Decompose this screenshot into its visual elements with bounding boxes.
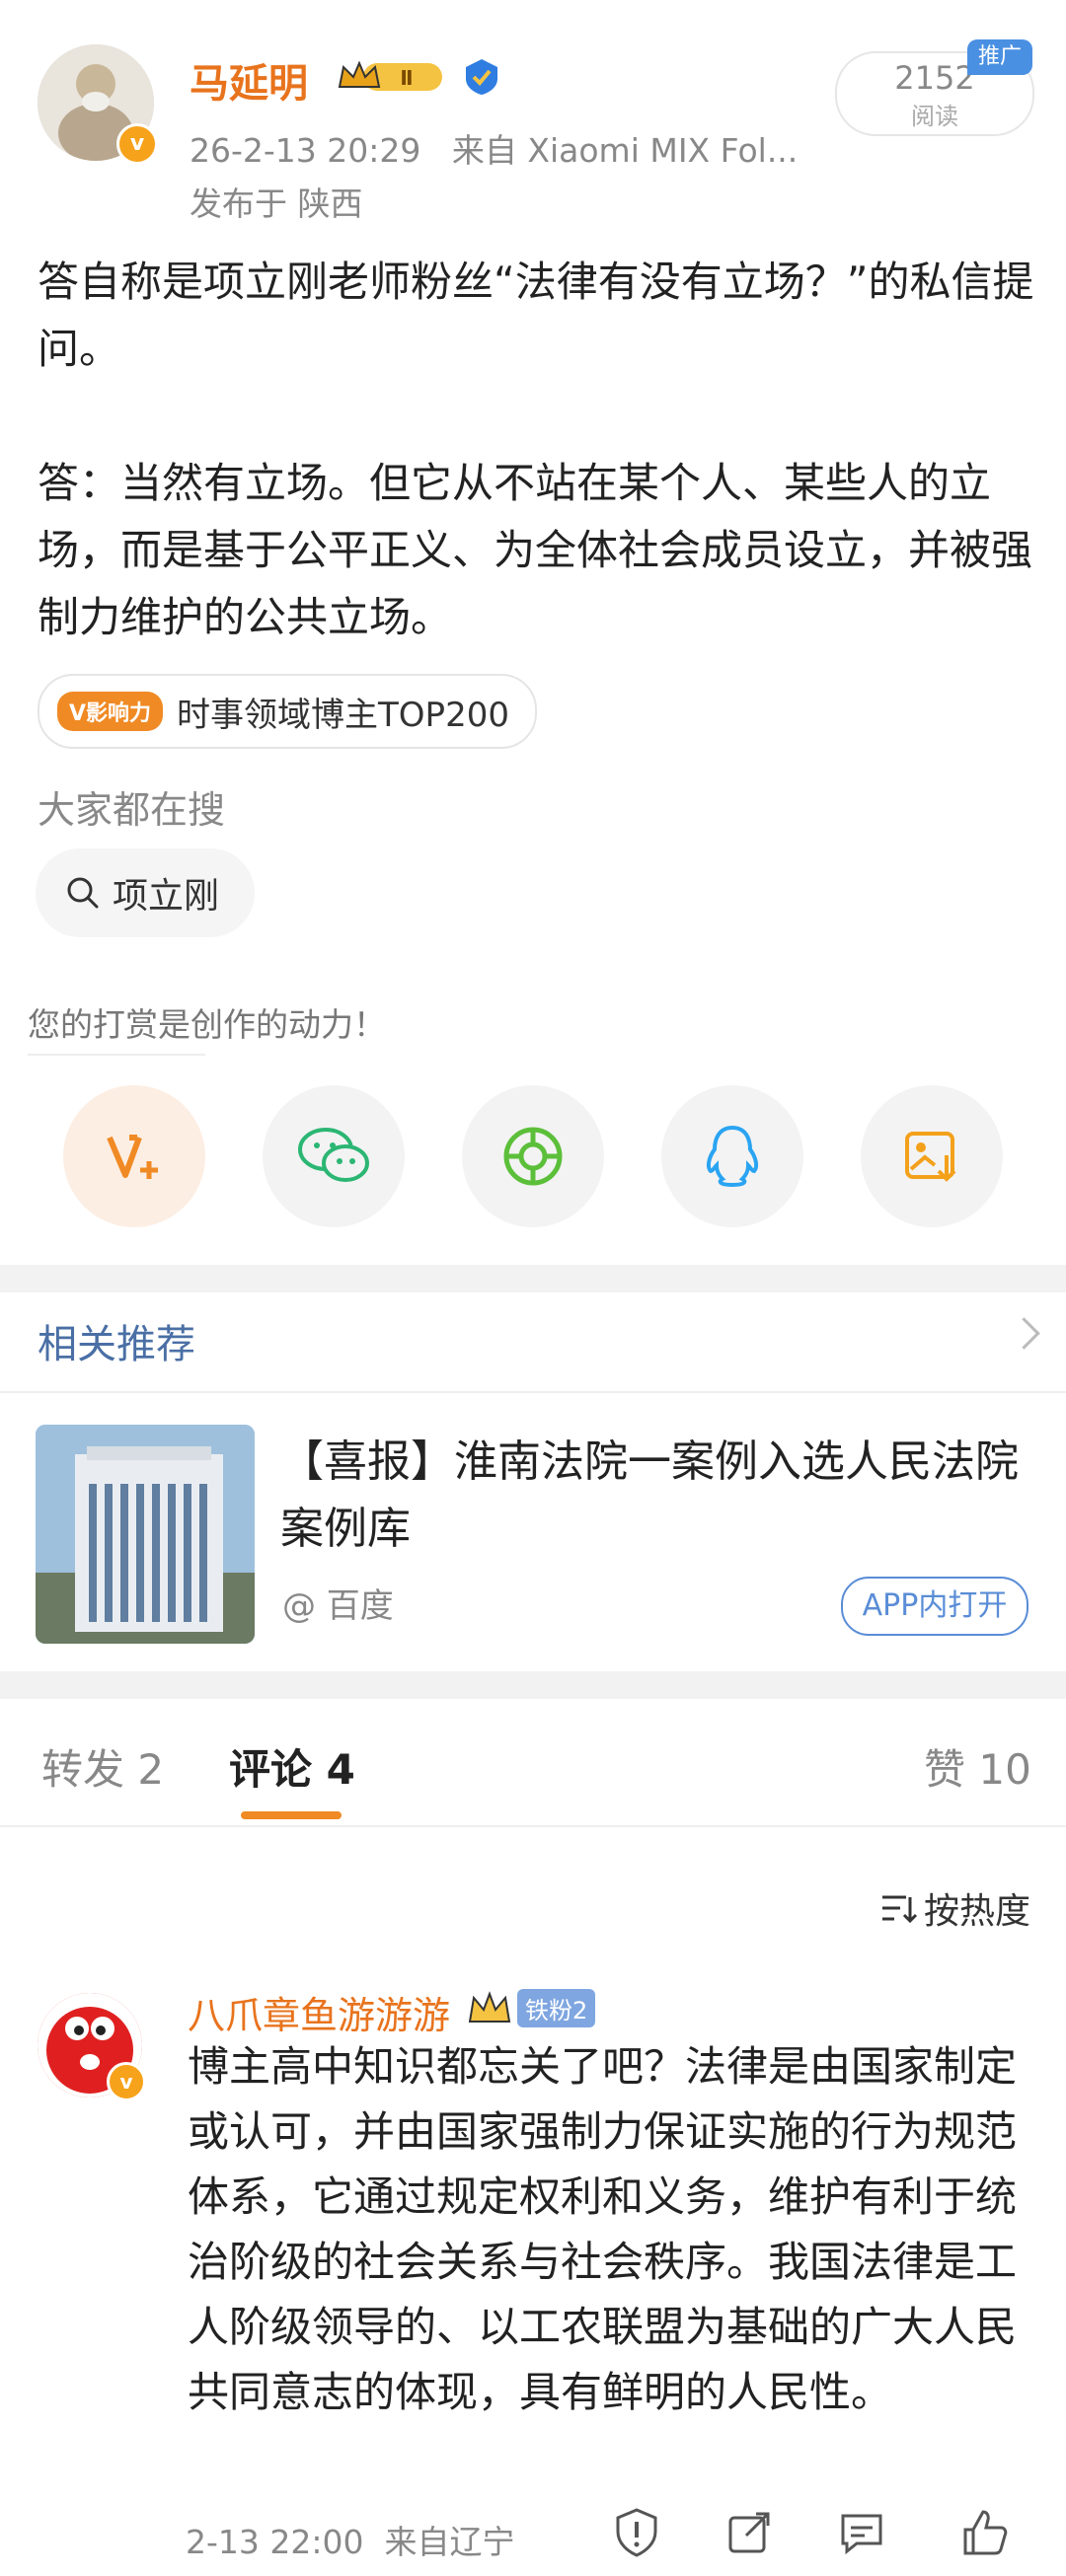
- commenter-name[interactable]: 八爪章鱼游游游: [188, 1985, 450, 2039]
- news-title[interactable]: 【喜报】淮南法院一案例入选人民法院案例库: [280, 1429, 1040, 1563]
- comment-location: 来自辽宁: [384, 2523, 515, 2561]
- verified-badge-icon: v: [116, 123, 158, 165]
- sort-button[interactable]: 按热度: [880, 1882, 1030, 1934]
- author-name[interactable]: 马延明: [190, 51, 308, 109]
- crown-icon: [468, 1990, 511, 2023]
- reward-divider: [28, 1054, 205, 1056]
- influence-badge: V影响力: [57, 692, 164, 731]
- post-paragraph-2: 答：当然有立场。但它从不站在某个人、某些人的立场，而是基于公平正义、为全体社会成…: [38, 459, 1033, 641]
- crown-level-icon: Ⅱ: [336, 57, 444, 97]
- related-title[interactable]: 相关推荐: [38, 1312, 195, 1369]
- moments-icon: [503, 1127, 563, 1186]
- promo-tag: 推广: [967, 39, 1032, 75]
- share-moments-button[interactable]: [462, 1085, 604, 1227]
- section-separator: [0, 1265, 1066, 1292]
- influence-text: 时事领域博主TOP200: [177, 695, 509, 735]
- sort-icon: [882, 1895, 918, 1924]
- comment-meta: 2-13 22:00 来自辽宁: [186, 2516, 514, 2563]
- post-meta: 26-2-13 20:29 来自 Xiaomi MIX Fol...: [190, 124, 798, 172]
- reward-prompt: 您的打赏是创作的动力！: [28, 1005, 386, 1044]
- comment-text: 博主高中知识都忘关了吧？法律是由国家制定或认可，并由国家强制力保证实施的行为规范…: [188, 2042, 1018, 2416]
- post-time: 26-2-13 20:29: [190, 131, 421, 170]
- search-chip-label: 项立刚: [113, 876, 220, 917]
- fan-badge-label: 铁粉2: [517, 1989, 596, 2027]
- like-button[interactable]: [957, 2506, 1011, 2559]
- save-image-icon: [905, 1132, 956, 1182]
- reward-button[interactable]: [63, 1085, 205, 1227]
- level-badge-label: Ⅱ: [400, 66, 413, 90]
- open-in-app-button[interactable]: APP内打开: [841, 1577, 1028, 1636]
- fan-badge: 铁粉2: [466, 1989, 596, 2027]
- post-source: 来自 Xiaomi MIX Fol...: [451, 131, 799, 170]
- search-chip[interactable]: 项立刚: [36, 848, 256, 937]
- share-wechat-button[interactable]: [263, 1085, 405, 1227]
- news-thumbnail[interactable]: [36, 1425, 255, 1644]
- read-label: 阅读: [911, 103, 958, 130]
- divider: [0, 1391, 1066, 1393]
- comment-icon: [841, 2514, 882, 2555]
- news-source: @ 百度: [282, 1586, 394, 1626]
- shield-badge-icon: [462, 57, 501, 97]
- paragraph-spacer: [38, 383, 1034, 450]
- qq-icon: [706, 1125, 759, 1188]
- tab-comment[interactable]: 评论 4: [229, 1736, 355, 1797]
- reply-button[interactable]: [835, 2506, 888, 2559]
- save-image-button[interactable]: [861, 1085, 1003, 1227]
- report-button[interactable]: [610, 2506, 663, 2559]
- wechat-icon: [298, 1128, 369, 1182]
- post-body: 答自称是项立刚老师粉丝“法律有没有立场？”的私信提问。 答：当然有立场。但它从不…: [38, 249, 1034, 651]
- reward-v-icon: [107, 1135, 158, 1179]
- thumbs-up-icon: [963, 2510, 1008, 2555]
- post-location: 发布于 陕西: [190, 184, 363, 223]
- section-separator: [0, 1671, 1066, 1699]
- tab-repost[interactable]: 转发 2: [41, 1736, 164, 1797]
- forward-button[interactable]: [723, 2506, 776, 2559]
- active-tab-indicator: [241, 1811, 342, 1819]
- tab-like[interactable]: 赞 10: [924, 1736, 1031, 1797]
- chevron-right-icon[interactable]: [1008, 1317, 1040, 1350]
- comment-time: 2-13 22:00: [186, 2523, 364, 2561]
- influence-tag[interactable]: V影响力 时事领域博主TOP200: [38, 674, 537, 749]
- search-icon: [67, 877, 99, 909]
- divider: [0, 1825, 1066, 1827]
- trending-search-title: 大家都在搜: [38, 788, 226, 832]
- post-paragraph-1: 答自称是项立刚老师粉丝“法律有没有立场？”的私信提问。: [38, 258, 1034, 373]
- share-icon: [728, 2512, 770, 2553]
- shield-alert-icon: [616, 2508, 657, 2557]
- sort-label: 按热度: [924, 1891, 1031, 1932]
- verified-badge-icon: v: [107, 2062, 146, 2101]
- share-qq-button[interactable]: [661, 1085, 803, 1227]
